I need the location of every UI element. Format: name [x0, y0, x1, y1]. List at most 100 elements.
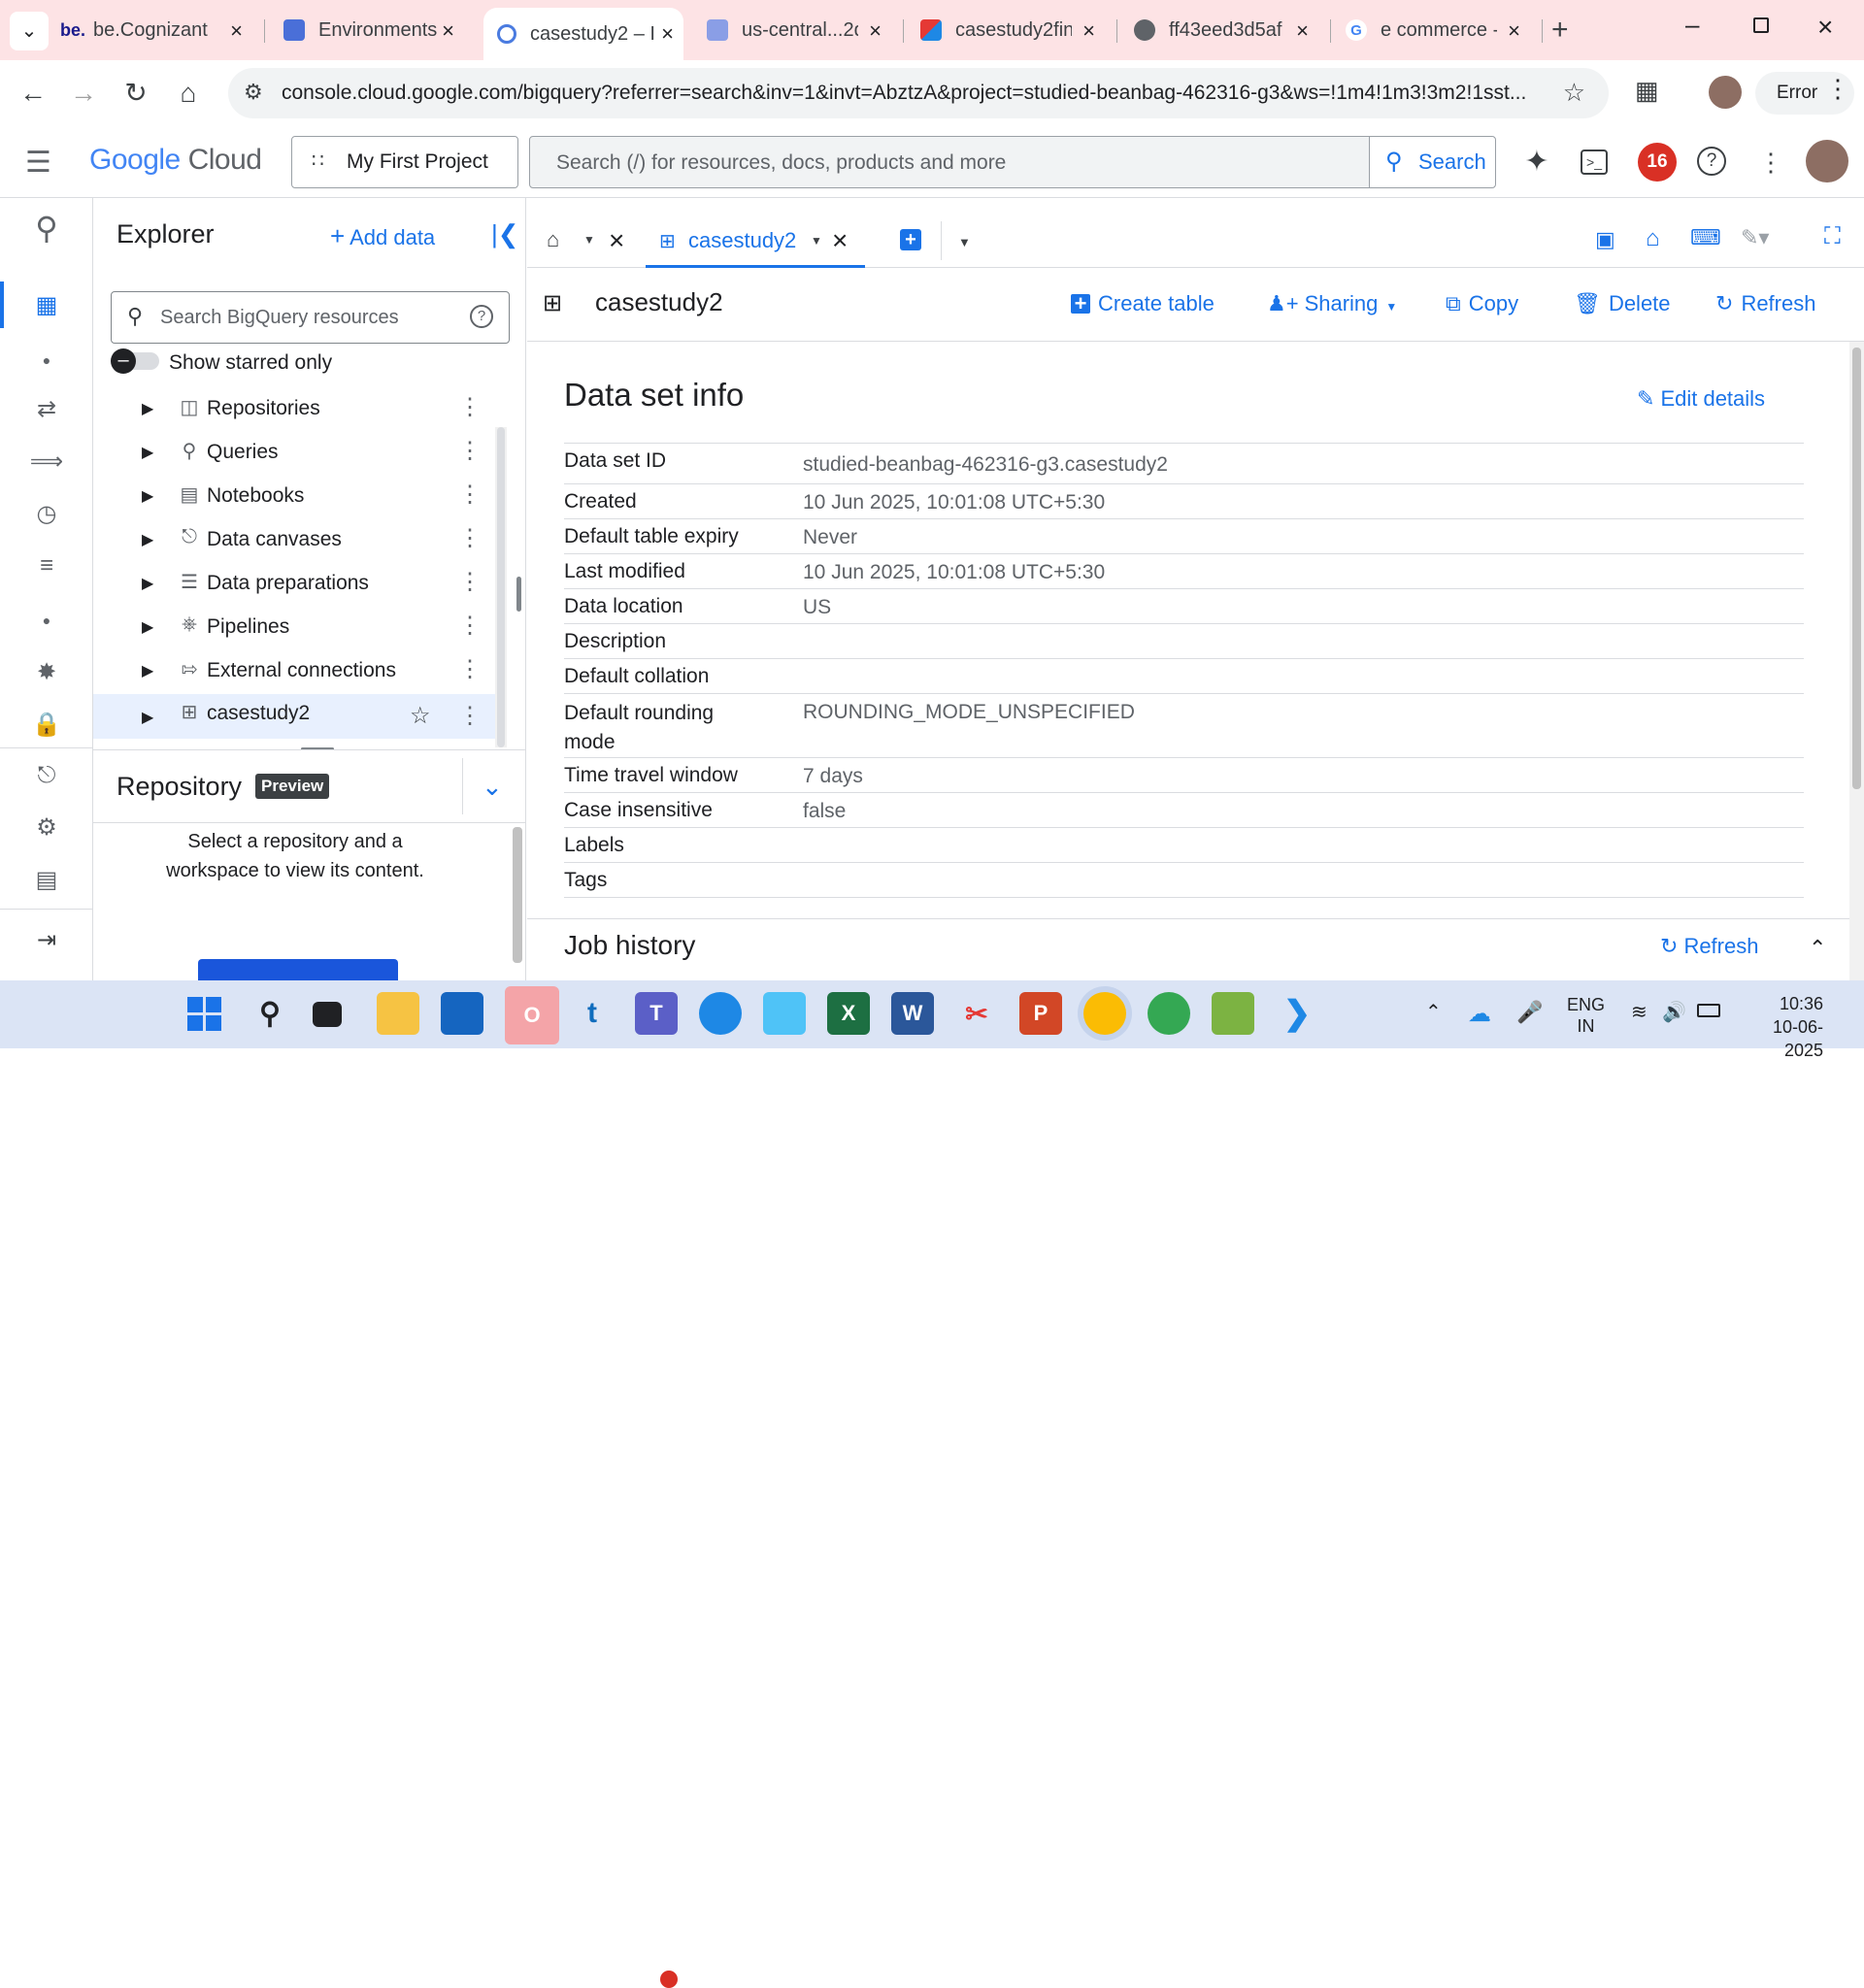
- expand-arrow-icon[interactable]: ▶: [142, 574, 153, 593]
- chrome-icon[interactable]: [1083, 992, 1126, 1035]
- more-vert-icon[interactable]: ⋮: [458, 568, 482, 596]
- language-indicator[interactable]: ENG IN: [1567, 994, 1605, 1037]
- tab-casestudy2[interactable]: ⊞ casestudy2 ▼ ×: [646, 217, 865, 268]
- google-cloud-logo[interactable]: Google Cloud: [89, 144, 262, 177]
- expand-arrow-icon[interactable]: ▶: [142, 486, 153, 506]
- browser-tab-active[interactable]: casestudy2 – I ×: [483, 8, 683, 60]
- cloud-shell-icon[interactable]: >_: [1581, 149, 1608, 175]
- project-selector[interactable]: ∷ My First Project: [291, 136, 518, 188]
- create-table-button[interactable]: + Create table: [1071, 291, 1215, 316]
- onedrive-icon[interactable]: ☁: [1468, 1000, 1491, 1028]
- star-icon[interactable]: ☆: [410, 702, 431, 730]
- caret-down-icon[interactable]: ▼: [583, 233, 595, 247]
- view-repositories-button[interactable]: [198, 959, 398, 982]
- chevron-up-icon[interactable]: ⌃: [1809, 936, 1826, 961]
- close-icon[interactable]: ×: [1296, 18, 1309, 44]
- snipping-tool-icon[interactable]: ✂: [955, 992, 998, 1035]
- copy-button[interactable]: ⧉ Copy: [1446, 291, 1518, 316]
- tree-item-repositories[interactable]: ▶ ◫ Repositories ⋮: [93, 389, 499, 430]
- workflow-icon[interactable]: ≡: [29, 551, 64, 580]
- close-icon[interactable]: ×: [442, 18, 454, 44]
- word-icon[interactable]: W: [891, 992, 934, 1035]
- volume-icon[interactable]: 🔊: [1662, 1000, 1686, 1024]
- task-view-icon[interactable]: [313, 1002, 342, 1027]
- tab-search-dropdown[interactable]: ⌄: [10, 12, 49, 50]
- menu-icon[interactable]: ☰: [25, 146, 51, 180]
- close-icon[interactable]: ×: [832, 225, 848, 256]
- more-vert-icon[interactable]: ⋮: [458, 655, 482, 683]
- home-button[interactable]: ⌂: [171, 76, 206, 111]
- notepad-icon[interactable]: [763, 992, 806, 1035]
- restore-button[interactable]: [1753, 17, 1769, 33]
- browser-tab[interactable]: us-central...2d ×: [707, 10, 891, 50]
- search-icon[interactable]: ⚲: [249, 992, 291, 1035]
- help-icon[interactable]: ?: [470, 305, 493, 328]
- more-vert-icon[interactable]: ⋮: [458, 702, 482, 730]
- edit-icon[interactable]: ✎▾: [1741, 225, 1769, 250]
- browser-tab[interactable]: casestudy2fin ×: [920, 10, 1105, 50]
- site-info-icon[interactable]: ⚙: [244, 80, 263, 105]
- starred-toggle[interactable]: –: [111, 348, 159, 374]
- tree-item-pipelines[interactable]: ▶ ⎈ Pipelines ⋮: [93, 608, 499, 648]
- fullscreen-icon[interactable]: ⛶: [1824, 223, 1841, 250]
- expand-arrow-icon[interactable]: ▶: [142, 661, 153, 680]
- powerpoint-icon[interactable]: P: [1019, 992, 1062, 1035]
- lock-icon[interactable]: 🔒: [29, 711, 64, 740]
- new-tab-button[interactable]: +: [1551, 14, 1569, 47]
- outlook-icon[interactable]: O: [505, 986, 559, 1044]
- expand-rail-icon[interactable]: ⇥: [29, 926, 64, 955]
- help-icon[interactable]: ?: [1697, 147, 1726, 176]
- refresh-button[interactable]: ↻ Refresh: [1715, 291, 1815, 316]
- expand-arrow-icon[interactable]: ▶: [142, 617, 153, 637]
- teams-icon[interactable]: T: [635, 992, 678, 1035]
- sharing-icon[interactable]: ⎋: [29, 761, 64, 790]
- search-button[interactable]: ⚲ Search: [1369, 137, 1495, 187]
- resize-handle[interactable]: [516, 577, 521, 612]
- close-icon[interactable]: ×: [661, 21, 674, 47]
- teams-chat-icon[interactable]: t: [571, 992, 614, 1035]
- expand-arrow-icon[interactable]: ▶: [142, 399, 153, 418]
- bigquery-icon[interactable]: ⚲: [29, 213, 64, 244]
- close-icon[interactable]: ×: [609, 225, 624, 256]
- store-icon[interactable]: [441, 992, 483, 1035]
- explorer-search-input[interactable]: ⚲ Search BigQuery resources ?: [111, 291, 510, 344]
- chevron-down-icon[interactable]: ⌄: [482, 772, 503, 802]
- close-icon[interactable]: ×: [1082, 18, 1095, 44]
- more-vert-icon[interactable]: ⋮: [458, 393, 482, 421]
- wifi-icon[interactable]: ≋: [1631, 1000, 1648, 1024]
- caret-down-icon[interactable]: ▼: [958, 235, 971, 249]
- sharing-button[interactable]: ♟+ Sharing ▼: [1267, 291, 1397, 316]
- settings-icon[interactable]: ⚙: [29, 813, 64, 843]
- browser-tab[interactable]: ff43eed3d5af ×: [1134, 10, 1318, 50]
- excel-icon[interactable]: X: [827, 992, 870, 1035]
- browser-tab[interactable]: be. be.Cognizant ×: [58, 10, 252, 50]
- avatar[interactable]: [1806, 140, 1848, 182]
- add-data-button[interactable]: + Add data: [330, 221, 435, 251]
- clock[interactable]: 10:36 10-06-2025: [1740, 992, 1823, 1062]
- tree-item-queries[interactable]: ▶ ⚲ Queries ⋮: [93, 433, 499, 474]
- transfers-icon[interactable]: ⇄: [29, 395, 64, 424]
- back-button[interactable]: ←: [16, 76, 50, 111]
- vscode-icon[interactable]: ❯: [1276, 992, 1318, 1035]
- url-bar[interactable]: ⚙ console.cloud.google.com/bigquery?refe…: [228, 68, 1609, 118]
- home-icon[interactable]: ⌂: [1646, 225, 1660, 252]
- tree-item-external-connections[interactable]: ▶ ⇰ External connections ⋮: [93, 651, 499, 692]
- close-icon[interactable]: ×: [230, 18, 243, 44]
- edge-icon[interactable]: [699, 992, 742, 1035]
- browser-tab[interactable]: Environments ×: [283, 10, 464, 50]
- chevron-up-icon[interactable]: ⌃: [1425, 1000, 1442, 1024]
- search-input[interactable]: Search (/) for resources, docs, products…: [529, 136, 1496, 188]
- collapse-panel-icon[interactable]: |❮: [491, 219, 519, 249]
- expand-arrow-icon[interactable]: ▶: [142, 530, 153, 549]
- tree-item-data-canvases[interactable]: ▶ ⎋ Data canvases ⋮: [93, 520, 499, 561]
- expand-arrow-icon[interactable]: ▶: [142, 443, 153, 462]
- windows-start-icon[interactable]: [183, 992, 225, 1035]
- more-vert-icon[interactable]: ⋮: [458, 524, 482, 552]
- close-icon[interactable]: ×: [869, 18, 882, 44]
- pipelines-icon[interactable]: ⟹: [29, 447, 64, 477]
- expand-arrow-icon[interactable]: ▶: [142, 708, 153, 727]
- main-scrollbar[interactable]: [1849, 342, 1864, 980]
- explorer-scrollbar[interactable]: [495, 427, 507, 747]
- mic-muted-icon[interactable]: 🎤: [1516, 1000, 1543, 1025]
- bookmark-star-icon[interactable]: ☆: [1563, 78, 1585, 108]
